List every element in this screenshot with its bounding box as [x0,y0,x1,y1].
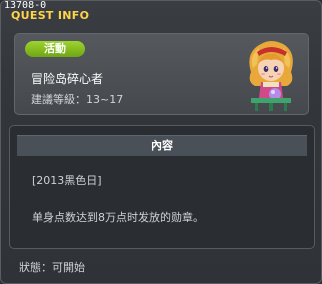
quest-status: 狀態：可開始 [19,261,85,274]
content-panel: 內容 [2013黑色日] 单身点数达到8万点时发放的勋章。 [9,125,315,249]
quest-header-card: 活動 冒险岛碎心者 建議等級：13~17 [14,33,309,115]
quest-title: 冒险岛碎心者 [31,72,104,86]
window-title: QUEST INFO [11,9,90,22]
content-tab[interactable]: 內容 [17,135,307,156]
npc-portrait-icon [243,38,299,112]
recommended-level: 建議等級：13~17 [31,93,124,106]
event-badge: 活動 [25,41,85,57]
content-event-date: [2013黑色日] [32,174,102,187]
content-description: 单身点数达到8万点时发放的勋章。 [32,211,204,224]
quest-info-window: 13708-0 QUEST INFO 活動 冒险岛碎心者 建議等級：13~17 [0,0,322,284]
